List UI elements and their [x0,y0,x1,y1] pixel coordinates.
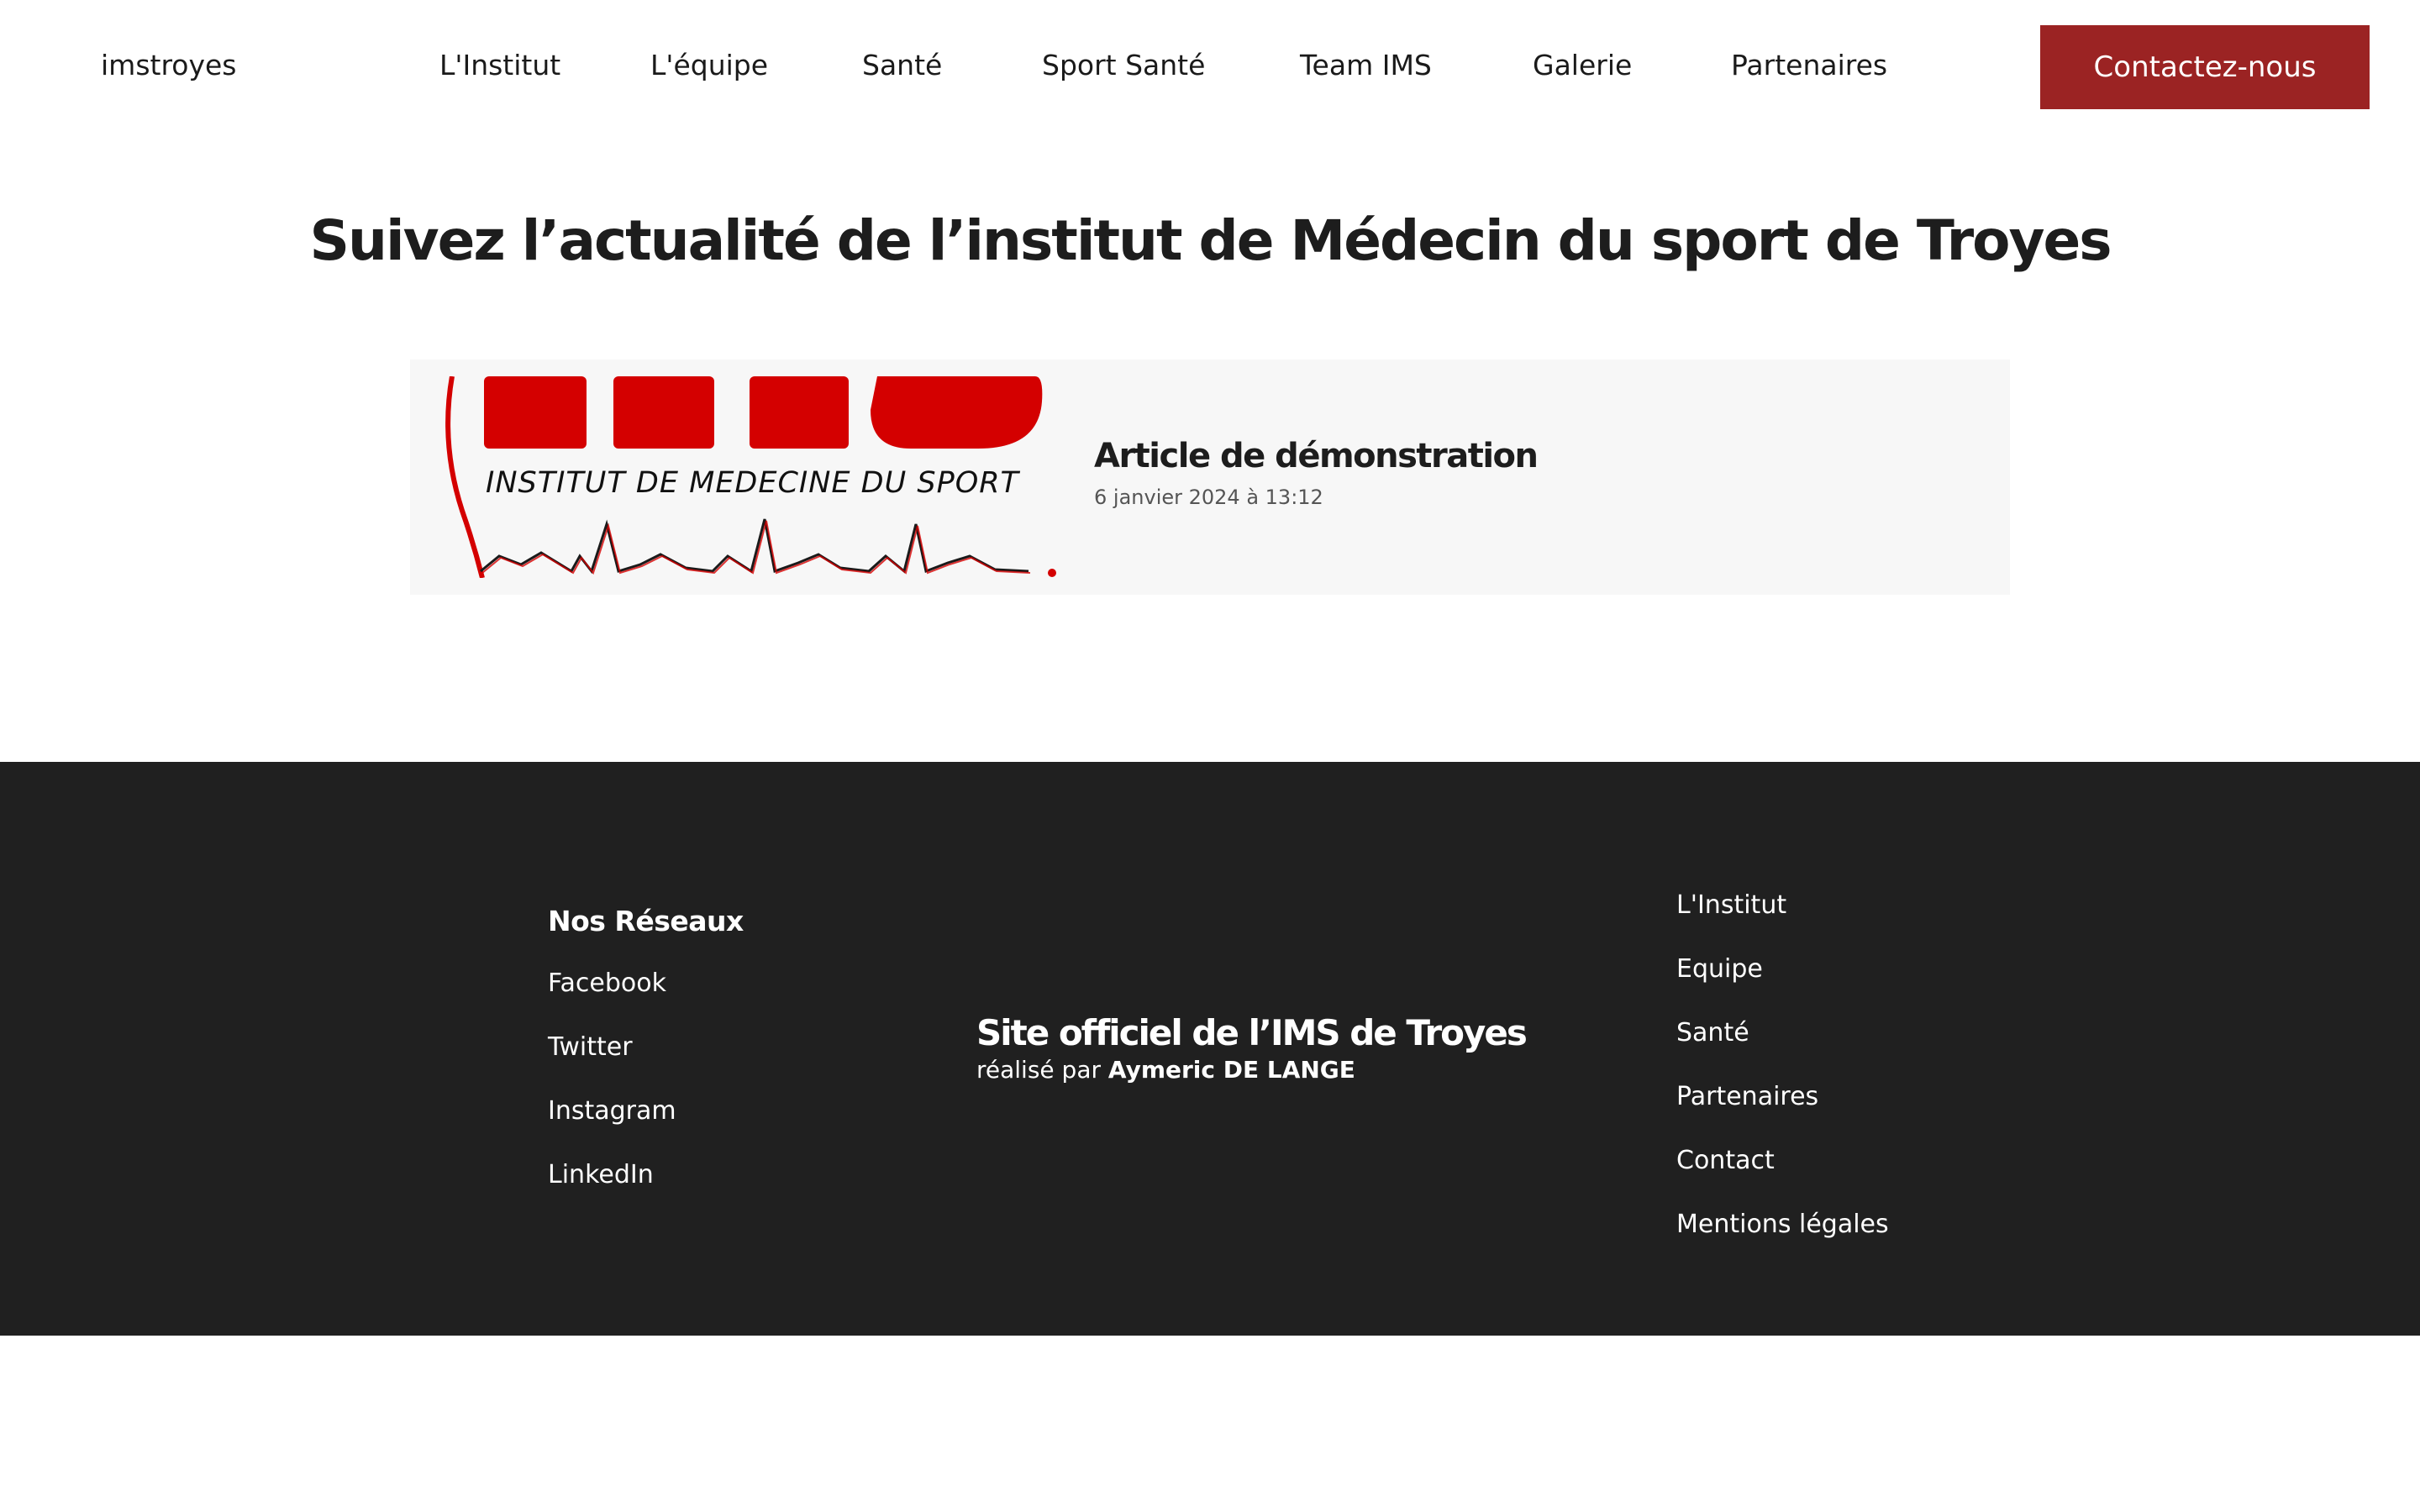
social-heading: Nos Réseaux [548,905,744,937]
post-card[interactable]: INSTITUT DE MEDECINE DU SPORT Article de… [410,360,2010,595]
post-title-link[interactable]: Article de démonstration [1094,437,1539,475]
footer-link-sante[interactable]: Santé [1676,1018,1749,1047]
twitter-link[interactable]: Twitter [548,1032,633,1062]
nav-item-team-ims[interactable]: Team IMS [1300,49,1432,81]
site-title: Site officiel de l’IMS de Troyes [976,1012,1528,1053]
site-credit: réalisé par Aymeric DE LANGE [976,1056,1355,1084]
footer-link-mentions-legales[interactable]: Mentions légales [1676,1210,1889,1239]
credit-author: Aymeric DE LANGE [1107,1056,1355,1084]
credit-prefix: réalisé par [976,1056,1101,1084]
post-thumbnail[interactable]: INSTITUT DE MEDECINE DU SPORT [440,376,1059,578]
contact-button[interactable]: Contactez-nous [2040,25,2370,109]
page-title: Suivez l’actualité de l’institut de Méde… [309,208,2112,273]
nav-item-equipe[interactable]: L'équipe [650,49,768,81]
facebook-link[interactable]: Facebook [548,969,666,998]
ims-logo-text: INSTITUT DE MEDECINE DU SPORT [486,466,1021,500]
post-date: 6 janvier 2024 à 13:12 [1094,486,1323,509]
footer-link-contact[interactable]: Contact [1676,1146,1775,1175]
footer-link-partenaires[interactable]: Partenaires [1676,1082,1818,1111]
site-header: imstroyes L'Institut L'équipe Santé Spor… [0,0,2420,134]
footer-link-institut[interactable]: L'Institut [1676,890,1786,920]
nav-item-galerie[interactable]: Galerie [1533,49,1632,81]
ims-letters [484,376,1043,449]
ims-logo-image: INSTITUT DE MEDECINE DU SPORT [445,376,1056,578]
nav-item-sport-sante[interactable]: Sport Santé [1042,49,1205,81]
footer-link-equipe[interactable]: Equipe [1676,954,1763,984]
nav-item-sante[interactable]: Santé [862,49,942,81]
instagram-link[interactable]: Instagram [548,1096,676,1126]
site-footer: Nos Réseaux Facebook Twitter Instagram L… [0,762,2420,1336]
nav-item-institut[interactable]: L'Institut [439,49,560,81]
nav-item-partenaires[interactable]: Partenaires [1731,49,1887,81]
linkedin-link[interactable]: LinkedIn [548,1160,654,1189]
